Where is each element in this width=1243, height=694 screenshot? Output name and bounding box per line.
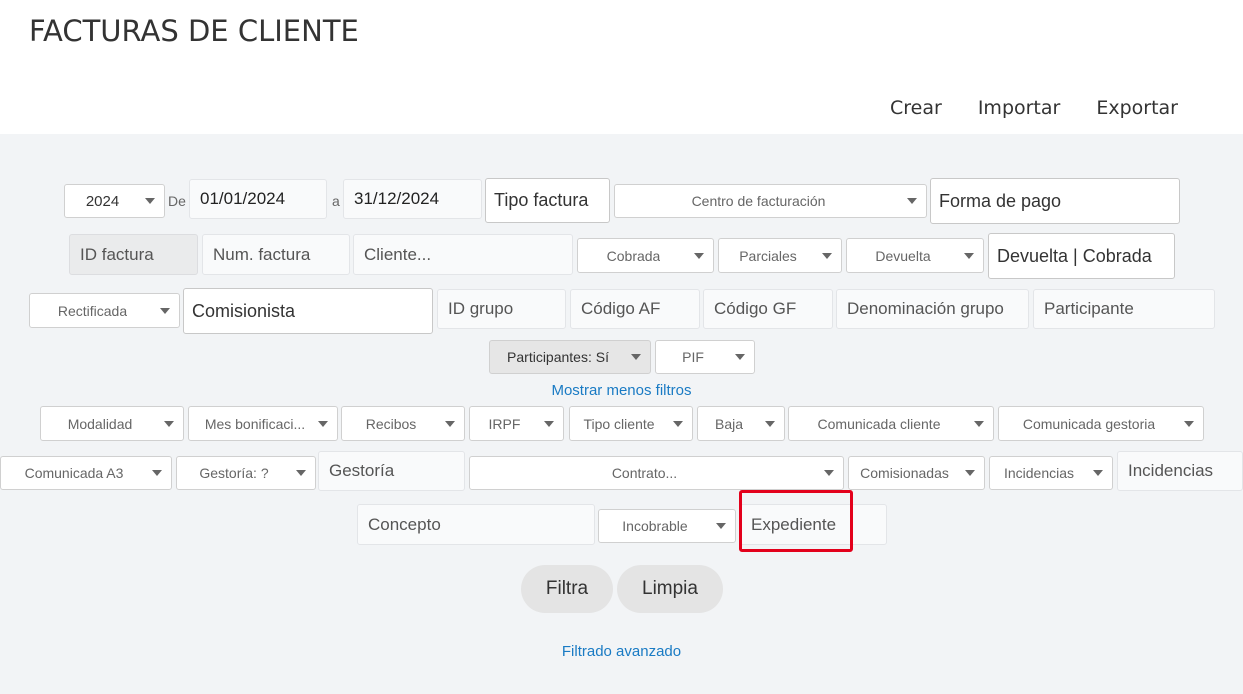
pif-select[interactable]: PIF	[655, 340, 755, 374]
chevron-down-icon	[965, 470, 975, 476]
comunicada-gestoria-select[interactable]: Comunicada gestoria	[998, 406, 1204, 441]
chevron-down-icon	[694, 252, 704, 259]
tipo-factura-input[interactable]: Tipo factura	[485, 178, 610, 223]
de-label: De	[168, 193, 186, 209]
comisionista-input[interactable]: Comisionista	[183, 288, 433, 334]
filtrado-avanzado-link[interactable]: Filtrado avanzado	[0, 643, 1243, 660]
chevron-down-icon	[974, 420, 984, 427]
mes-bonificacion-select[interactable]: Mes bonificaci...	[188, 406, 338, 441]
comunicada-a3-select[interactable]: Comunicada A3	[0, 456, 172, 490]
a-label: a	[332, 193, 340, 209]
chevron-down-icon	[1184, 420, 1194, 427]
header-actions: Crear Importar Exportar	[890, 97, 1178, 119]
incidencias-input[interactable]: Incidencias	[1117, 451, 1243, 491]
mostrar-menos-filtros-link[interactable]: Mostrar menos filtros	[0, 382, 1243, 399]
codigo-af-input[interactable]: Código AF	[570, 289, 700, 329]
participantes-select[interactable]: Participantes: Sí	[489, 340, 651, 374]
comunicada-cliente-select[interactable]: Comunicada cliente	[788, 406, 994, 441]
chevron-down-icon	[145, 198, 155, 204]
id-factura-input[interactable]: ID factura	[69, 234, 198, 275]
year-select[interactable]: 2024	[64, 184, 165, 218]
devuelta-select[interactable]: Devuelta	[846, 238, 984, 273]
num-factura-input[interactable]: Num. factura	[202, 234, 350, 275]
gestoria-select[interactable]: Gestoría: ?	[176, 456, 316, 490]
limpia-button[interactable]: Limpia	[617, 565, 723, 613]
parciales-select[interactable]: Parciales	[718, 238, 842, 273]
page-title: FACTURAS DE CLIENTE	[29, 14, 359, 48]
chevron-down-icon	[964, 252, 974, 259]
chevron-down-icon	[765, 420, 775, 427]
incobrable-select[interactable]: Incobrable	[598, 509, 736, 543]
chevron-down-icon	[1093, 470, 1103, 476]
chevron-down-icon	[544, 420, 554, 427]
recibos-select[interactable]: Recibos	[341, 406, 465, 441]
baja-select[interactable]: Baja	[697, 406, 785, 441]
participante-input[interactable]: Participante	[1033, 289, 1215, 329]
cliente-input[interactable]: Cliente...	[353, 234, 573, 275]
modalidad-select[interactable]: Modalidad	[40, 406, 184, 441]
chevron-down-icon	[716, 523, 726, 529]
chevron-down-icon	[152, 470, 162, 476]
id-grupo-input[interactable]: ID grupo	[437, 289, 566, 329]
comisionadas-select[interactable]: Comisionadas	[848, 456, 985, 490]
chevron-down-icon	[822, 252, 832, 259]
chevron-down-icon	[318, 420, 328, 427]
chevron-down-icon	[631, 354, 641, 360]
highlight-box	[739, 490, 853, 552]
incidencias-select[interactable]: Incidencias	[989, 456, 1113, 490]
codigo-gf-input[interactable]: Código GF	[703, 289, 833, 329]
forma-pago-input[interactable]: Forma de pago	[930, 178, 1180, 224]
crear-link[interactable]: Crear	[890, 97, 942, 119]
exportar-link[interactable]: Exportar	[1096, 97, 1178, 119]
contrato-select[interactable]: Contrato...	[469, 456, 844, 490]
chevron-down-icon	[445, 420, 455, 427]
irpf-select[interactable]: IRPF	[469, 406, 564, 441]
filtra-button[interactable]: Filtra	[521, 565, 613, 613]
chevron-down-icon	[673, 420, 683, 427]
rectificada-select[interactable]: Rectificada	[29, 293, 180, 328]
gestoria-input[interactable]: Gestoría	[318, 451, 465, 491]
date-to-input[interactable]: 31/12/2024	[343, 179, 482, 219]
chevron-down-icon	[907, 198, 917, 204]
tipo-cliente-select[interactable]: Tipo cliente	[569, 406, 693, 441]
chevron-down-icon	[160, 307, 170, 314]
chevron-down-icon	[735, 354, 745, 360]
chevron-down-icon	[164, 420, 174, 427]
concepto-input[interactable]: Concepto	[357, 504, 595, 545]
chevron-down-icon	[824, 470, 834, 476]
date-from-input[interactable]: 01/01/2024	[189, 179, 327, 219]
devuelta-cobrada-input[interactable]: Devuelta | Cobrada	[988, 233, 1175, 279]
centro-facturacion-select[interactable]: Centro de facturación	[614, 184, 927, 218]
importar-link[interactable]: Importar	[978, 97, 1061, 119]
cobrada-select[interactable]: Cobrada	[577, 238, 714, 273]
chevron-down-icon	[296, 470, 306, 476]
denominacion-grupo-input[interactable]: Denominación grupo	[836, 289, 1029, 329]
